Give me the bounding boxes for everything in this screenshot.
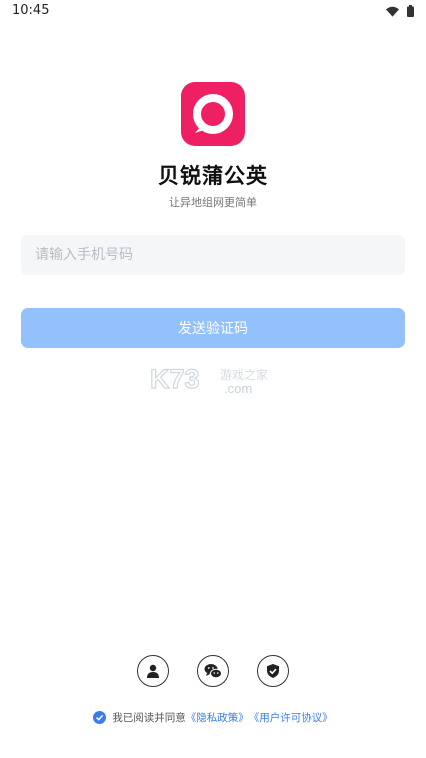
- watermark-k73: K73: [150, 364, 200, 394]
- status-time: 10:45: [12, 3, 50, 18]
- watermark-suffix: .com: [224, 381, 252, 394]
- person-icon: [147, 664, 159, 678]
- social-login-row: [0, 655, 426, 687]
- agreement-checkbox[interactable]: [93, 711, 107, 724]
- shield-icon: [267, 664, 279, 678]
- watermark: K73 .com 游戏之家: [148, 363, 283, 396]
- battery-icon: [407, 5, 414, 17]
- send-code-button[interactable]: 发送验证码: [21, 308, 405, 348]
- phone-number-input[interactable]: [21, 235, 405, 275]
- watermark-logo: K73 .com 游戏之家: [149, 363, 268, 396]
- status-bar: 10:45: [0, 0, 426, 24]
- check-icon: [96, 714, 104, 721]
- wifi-icon: [386, 6, 399, 17]
- security-login-button[interactable]: [257, 655, 289, 687]
- wechat-icon: [204, 664, 222, 679]
- agreement-prefix: 我已阅读并同意: [112, 712, 186, 724]
- app-title: 贝锐蒲公英: [158, 164, 268, 188]
- app-logo: [181, 82, 245, 146]
- app-tagline: 让异地组网更简单: [169, 196, 257, 209]
- agreement-row: 我已阅读并同意 《隐私政策》 《用户许可协议》: [0, 710, 426, 725]
- wechat-login-button[interactable]: [197, 655, 229, 687]
- account-login-button[interactable]: [137, 655, 169, 687]
- dandelion-logo-icon: [193, 94, 233, 134]
- user-license-link[interactable]: 《用户许可协议》: [249, 710, 333, 725]
- watermark-site: 游戏之家: [220, 367, 268, 382]
- status-icons: [386, 5, 414, 17]
- privacy-policy-link[interactable]: 《隐私政策》: [186, 710, 249, 725]
